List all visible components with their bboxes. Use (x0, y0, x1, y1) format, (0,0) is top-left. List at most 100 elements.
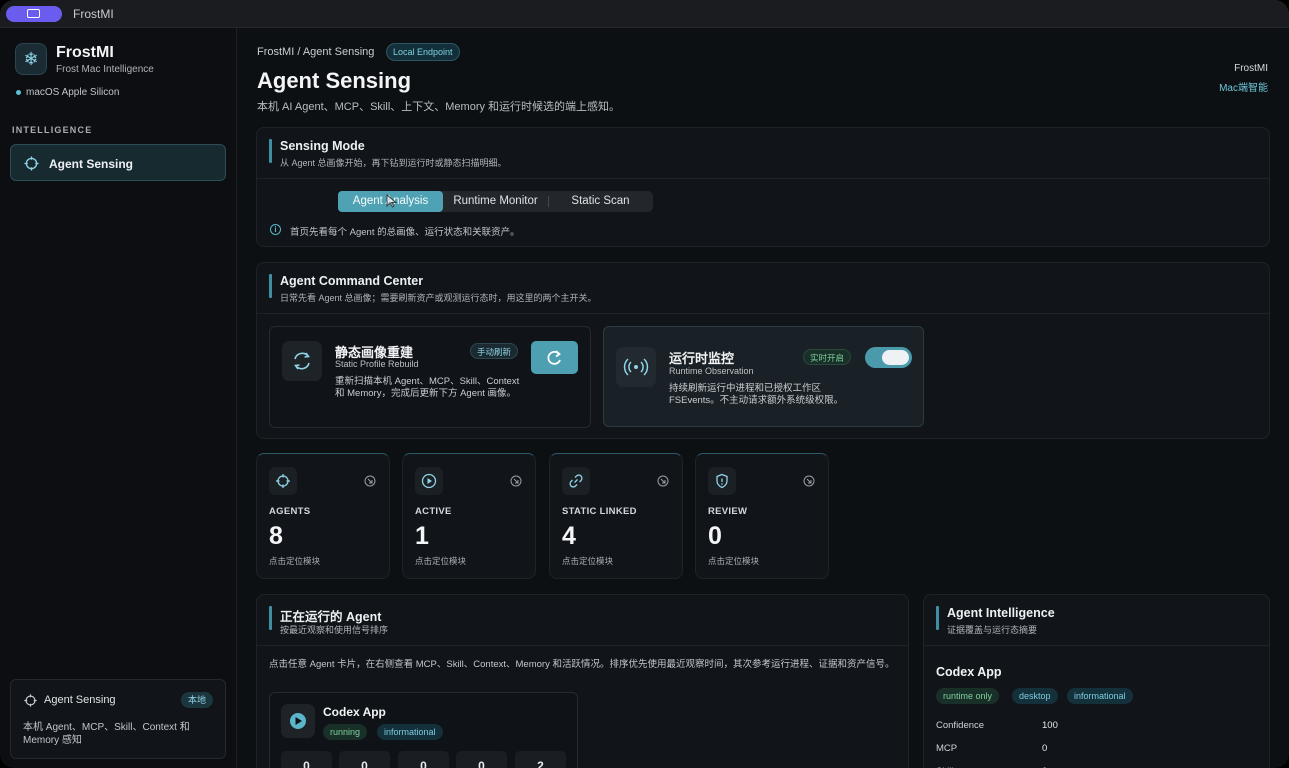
stat-hint: 点击定位模块 (415, 556, 467, 566)
footer-title: Agent Sensing (44, 694, 116, 706)
play-icon (415, 467, 443, 495)
accent-bar (269, 606, 272, 630)
brand-name: FrostMI (56, 44, 114, 61)
static-profile-card: 静态画像重建 Static Profile Rebuild 手动刷新 重新扫描本… (269, 326, 591, 428)
stat-value: 0 (708, 522, 722, 550)
card-title: Agent Command Center (280, 274, 424, 288)
refresh-icon (547, 350, 561, 365)
stat-hint: 点击定位模块 (708, 556, 760, 566)
link-icon (562, 467, 590, 495)
static-profile-subtitle: Static Profile Rebuild (335, 359, 419, 369)
card-title: Agent Intelligence (947, 606, 1055, 620)
arrow-circle-icon[interactable] (803, 475, 815, 487)
accent-bar (936, 606, 939, 630)
command-center-card: Agent Command Center 日常先看 Agent 总画像；需要刷新… (256, 262, 1270, 439)
segment-static-scan[interactable]: Static Scan (548, 191, 653, 212)
runtime-monitor-card: 运行时监控 Runtime Observation 实时开启 持续刷新运行中进程… (603, 326, 924, 427)
footer-description: 本机 Agent、MCP、Skill、Context 和 Memory 感知 (23, 722, 190, 746)
static-profile-description: 重新扫描本机 Agent、MCP、Skill、Context 和 Memory，… (335, 376, 520, 399)
sensing-mode-card: Sensing Mode 从 Agent 总画像开始，再下钻到运行时或静态扫描明… (256, 127, 1270, 247)
refresh-button[interactable] (531, 341, 578, 374)
intel-agent-name: Codex App (936, 665, 1002, 679)
broadcast-icon (616, 347, 656, 387)
kv-key: MCP (936, 743, 958, 754)
toggle-knob (882, 350, 909, 365)
title-bar: FrostMI (0, 0, 1289, 28)
play-icon (281, 704, 315, 738)
realtime-badge: 实时开启 (803, 349, 852, 365)
sidebar-section-label: INTELLIGENCE (12, 125, 93, 135)
agent-name: Codex App (323, 705, 386, 719)
kv-key: Confidence (936, 720, 985, 731)
severity-tag: informational (377, 724, 443, 740)
arrow-circle-icon[interactable] (657, 475, 669, 487)
crosshair-icon (24, 156, 39, 176)
mouse-cursor-icon (386, 194, 398, 208)
intel-tag: informational (1067, 688, 1133, 704)
divider (257, 178, 1269, 179)
window-switcher-button[interactable] (6, 6, 62, 22)
status-tag: running (323, 724, 368, 740)
stat-value: 4 (562, 522, 576, 550)
runtime-toggle[interactable] (865, 347, 912, 368)
status-dot-icon (16, 90, 21, 95)
accent-bar (269, 274, 272, 298)
count-tile: 0 (398, 751, 449, 768)
kv-value: 0 (1042, 743, 1048, 754)
stat-hint: 点击定位模块 (562, 556, 614, 566)
target-icon (269, 467, 297, 495)
count-tile: 0 (281, 751, 332, 768)
runtime-subtitle: Runtime Observation (669, 366, 754, 376)
page-subtitle: 本机 AI Agent、MCP、Skill、上下文、Memory 和运行时候选的… (257, 101, 621, 113)
app-window: FrostMI ❄ FrostMI Frost Mac Intelligence… (0, 0, 1289, 768)
stat-card-static-linked[interactable]: STATIC LINKED 4 点击定位模块 (549, 453, 683, 579)
sidebar: ❄ FrostMI Frost Mac Intelligence macOS A… (0, 28, 237, 768)
runtime-title: 运行时监控 (669, 351, 735, 366)
intel-tag: runtime only (936, 688, 1000, 704)
sidebar-footer-card: Agent Sensing 本地 本机 Agent、MCP、Skill、Cont… (10, 679, 226, 759)
stat-label: ACTIVE (415, 506, 452, 517)
snowflake-icon: ❄ (15, 43, 47, 75)
count-tile: 2 (515, 751, 566, 768)
system-label: macOS Apple Silicon (26, 87, 120, 98)
card-title: Sensing Mode (280, 139, 365, 153)
brand-subtitle: Frost Mac Intelligence (56, 64, 154, 75)
stat-card-active[interactable]: ACTIVE 1 点击定位模块 (402, 453, 536, 579)
agent-card-codex-app[interactable]: Codex App running informational 0 0 0 0 … (269, 692, 578, 768)
mode-info-text: 首页先看每个 Agent 的总画像、运行状态和关联资产。 (290, 227, 520, 238)
runtime-description: 持续刷新运行中进程和已授权工作区 FSEvents。不主动请求额外系统级权限。 (669, 383, 844, 406)
arrow-circle-icon[interactable] (510, 475, 522, 487)
sync-icon (282, 341, 322, 381)
sidebar-item-label: Agent Sensing (49, 157, 134, 171)
stat-card-agents[interactable]: AGENTS 8 点击定位模块 (256, 453, 390, 579)
count-tile: 0 (456, 751, 507, 768)
sidebar-item-agent-sensing[interactable]: Agent Sensing (10, 144, 226, 181)
segment-runtime-monitor[interactable]: Runtime Monitor (443, 191, 548, 212)
card-subtitle: 按最近观察和使用信号排序 (280, 625, 389, 635)
stat-label: AGENTS (269, 506, 311, 517)
info-icon: i (270, 224, 281, 235)
card-subtitle: 从 Agent 总画像开始，再下钻到运行时或静态扫描明细。 (280, 158, 507, 168)
stat-card-review[interactable]: REVIEW 0 点击定位模块 (695, 453, 829, 579)
divider (924, 645, 1269, 646)
shield-icon (708, 467, 736, 495)
divider (257, 645, 908, 646)
accent-bar (269, 139, 272, 163)
running-agents-card: 正在运行的 Agent 按最近观察和使用信号排序 点击任意 Agent 卡片，在… (256, 594, 909, 768)
running-note: 点击任意 Agent 卡片，在右侧查看 MCP、Skill、Context、Me… (269, 659, 895, 670)
manual-refresh-badge: 手动刷新 (470, 343, 519, 359)
stat-value: 8 (269, 522, 283, 550)
window-title: FrostMI (73, 7, 114, 21)
page-title: Agent Sensing (257, 68, 412, 93)
card-subtitle: 日常先看 Agent 总画像；需要刷新资产或观测运行态时，用这里的两个主开关。 (280, 293, 597, 303)
intel-tag: desktop (1012, 688, 1058, 704)
footer-badge: 本地 (180, 692, 213, 708)
breadcrumb[interactable]: FrostMI / Agent Sensing (257, 46, 374, 58)
arrow-circle-icon[interactable] (364, 475, 376, 487)
header-right-subtitle: Mac端智能 (1219, 83, 1268, 94)
kv-value: 100 (1042, 720, 1058, 731)
endpoint-badge: Local Endpoint (386, 43, 460, 61)
card-subtitle: 证据覆盖与运行态摘要 (947, 625, 1038, 635)
stat-label: REVIEW (708, 506, 748, 517)
header-right-title: FrostMI (1234, 63, 1268, 74)
